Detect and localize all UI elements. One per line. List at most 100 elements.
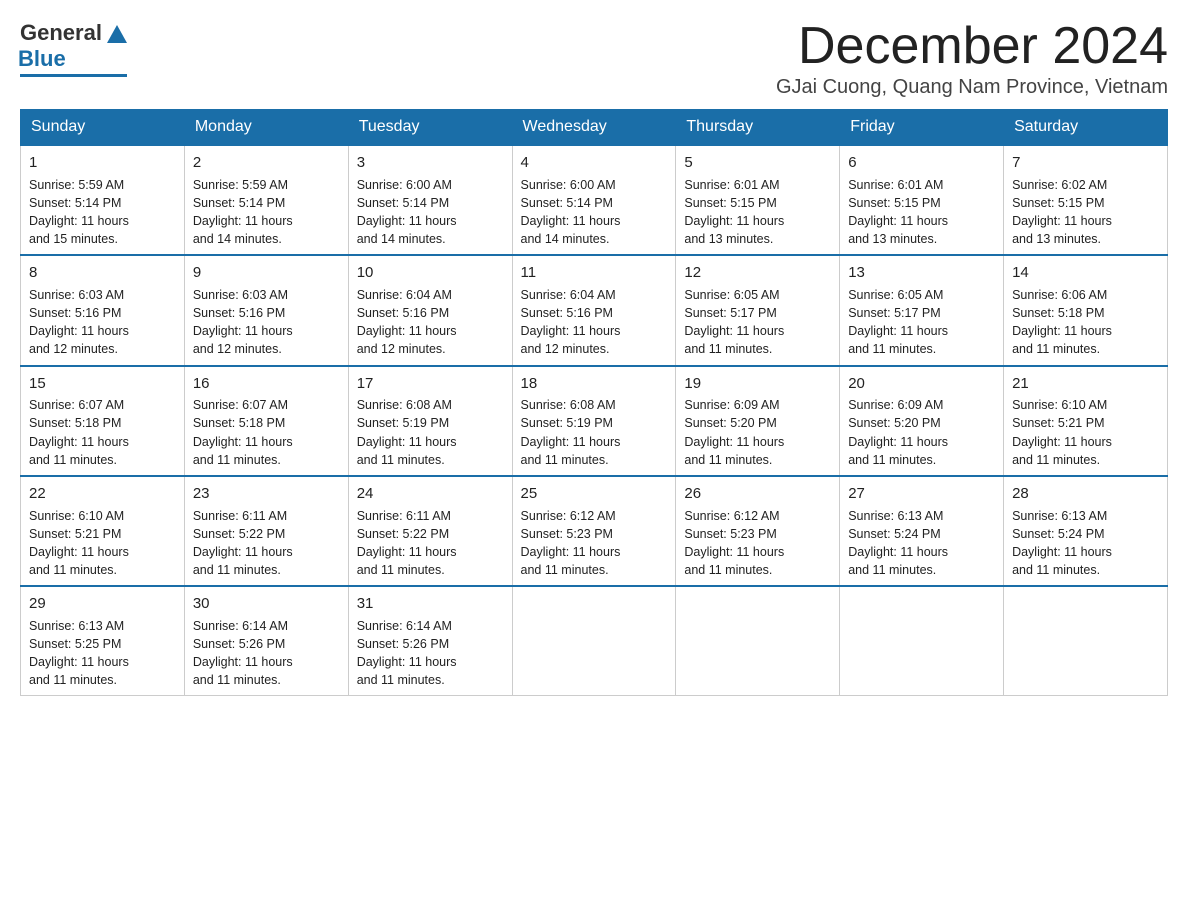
- column-header-wednesday: Wednesday: [512, 110, 676, 146]
- day-number: 19: [684, 373, 831, 395]
- day-info: Sunrise: 6:04 AM: [521, 286, 668, 304]
- day-number: 28: [1012, 483, 1159, 505]
- day-info: Daylight: 11 hours: [29, 212, 176, 230]
- day-info: and 11 minutes.: [29, 671, 176, 689]
- day-number: 14: [1012, 262, 1159, 284]
- day-info: Sunset: 5:16 PM: [193, 304, 340, 322]
- day-number: 10: [357, 262, 504, 284]
- day-info: Sunrise: 6:08 AM: [521, 396, 668, 414]
- day-number: 26: [684, 483, 831, 505]
- calendar-cell: 25Sunrise: 6:12 AMSunset: 5:23 PMDayligh…: [512, 476, 676, 586]
- calendar-cell: 18Sunrise: 6:08 AMSunset: 5:19 PMDayligh…: [512, 366, 676, 476]
- day-number: 18: [521, 373, 668, 395]
- day-info: Sunset: 5:17 PM: [684, 304, 831, 322]
- day-info: and 12 minutes.: [29, 340, 176, 358]
- day-info: Sunset: 5:23 PM: [684, 525, 831, 543]
- day-info: Daylight: 11 hours: [1012, 322, 1159, 340]
- calendar-cell: 24Sunrise: 6:11 AMSunset: 5:22 PMDayligh…: [348, 476, 512, 586]
- day-info: Daylight: 11 hours: [684, 322, 831, 340]
- day-info: Daylight: 11 hours: [1012, 212, 1159, 230]
- day-number: 15: [29, 373, 176, 395]
- day-info: Daylight: 11 hours: [521, 322, 668, 340]
- day-info: Daylight: 11 hours: [684, 543, 831, 561]
- calendar-cell: [512, 586, 676, 696]
- day-info: and 11 minutes.: [29, 561, 176, 579]
- day-number: 7: [1012, 152, 1159, 174]
- calendar-cell: 19Sunrise: 6:09 AMSunset: 5:20 PMDayligh…: [676, 366, 840, 476]
- logo-general-text: General: [20, 20, 102, 46]
- day-info: Daylight: 11 hours: [29, 322, 176, 340]
- day-info: Sunrise: 6:06 AM: [1012, 286, 1159, 304]
- day-info: and 12 minutes.: [521, 340, 668, 358]
- day-info: and 11 minutes.: [521, 451, 668, 469]
- day-info: Sunset: 5:15 PM: [684, 194, 831, 212]
- calendar-cell: 27Sunrise: 6:13 AMSunset: 5:24 PMDayligh…: [840, 476, 1004, 586]
- location-text: GJai Cuong, Quang Nam Province, Vietnam: [776, 76, 1168, 99]
- day-number: 17: [357, 373, 504, 395]
- calendar-week-row: 1Sunrise: 5:59 AMSunset: 5:14 PMDaylight…: [21, 145, 1168, 255]
- day-info: Sunrise: 6:09 AM: [848, 396, 995, 414]
- day-number: 5: [684, 152, 831, 174]
- calendar-cell: 14Sunrise: 6:06 AMSunset: 5:18 PMDayligh…: [1004, 255, 1168, 365]
- day-info: and 11 minutes.: [1012, 561, 1159, 579]
- calendar-header-row: SundayMondayTuesdayWednesdayThursdayFrid…: [21, 110, 1168, 146]
- day-info: and 15 minutes.: [29, 230, 176, 248]
- day-info: Daylight: 11 hours: [29, 653, 176, 671]
- day-info: Daylight: 11 hours: [848, 543, 995, 561]
- day-info: Sunrise: 6:13 AM: [29, 617, 176, 635]
- day-info: Sunset: 5:14 PM: [357, 194, 504, 212]
- day-info: Sunrise: 5:59 AM: [193, 176, 340, 194]
- day-info: and 11 minutes.: [1012, 340, 1159, 358]
- day-info: Sunrise: 6:11 AM: [193, 507, 340, 525]
- day-info: and 11 minutes.: [848, 561, 995, 579]
- day-info: and 11 minutes.: [848, 340, 995, 358]
- day-info: Sunrise: 6:04 AM: [357, 286, 504, 304]
- day-info: and 11 minutes.: [684, 561, 831, 579]
- day-info: Sunrise: 5:59 AM: [29, 176, 176, 194]
- day-info: Sunrise: 6:10 AM: [1012, 396, 1159, 414]
- calendar-cell: 28Sunrise: 6:13 AMSunset: 5:24 PMDayligh…: [1004, 476, 1168, 586]
- day-info: Daylight: 11 hours: [521, 433, 668, 451]
- day-number: 22: [29, 483, 176, 505]
- calendar-cell: 10Sunrise: 6:04 AMSunset: 5:16 PMDayligh…: [348, 255, 512, 365]
- day-info: and 11 minutes.: [684, 340, 831, 358]
- calendar-week-row: 22Sunrise: 6:10 AMSunset: 5:21 PMDayligh…: [21, 476, 1168, 586]
- month-title: December 2024: [776, 20, 1168, 72]
- calendar-cell: 6Sunrise: 6:01 AMSunset: 5:15 PMDaylight…: [840, 145, 1004, 255]
- calendar-cell: 11Sunrise: 6:04 AMSunset: 5:16 PMDayligh…: [512, 255, 676, 365]
- day-info: and 13 minutes.: [1012, 230, 1159, 248]
- day-info: Sunset: 5:21 PM: [29, 525, 176, 543]
- day-info: Sunrise: 6:14 AM: [357, 617, 504, 635]
- calendar-cell: 21Sunrise: 6:10 AMSunset: 5:21 PMDayligh…: [1004, 366, 1168, 476]
- day-info: Sunrise: 6:05 AM: [848, 286, 995, 304]
- day-info: and 13 minutes.: [684, 230, 831, 248]
- calendar-cell: 3Sunrise: 6:00 AMSunset: 5:14 PMDaylight…: [348, 145, 512, 255]
- day-info: Sunrise: 6:00 AM: [357, 176, 504, 194]
- column-header-monday: Monday: [184, 110, 348, 146]
- calendar-cell: 26Sunrise: 6:12 AMSunset: 5:23 PMDayligh…: [676, 476, 840, 586]
- day-info: and 11 minutes.: [29, 451, 176, 469]
- day-info: and 11 minutes.: [684, 451, 831, 469]
- day-info: Sunset: 5:20 PM: [684, 414, 831, 432]
- column-header-saturday: Saturday: [1004, 110, 1168, 146]
- day-info: Daylight: 11 hours: [357, 212, 504, 230]
- day-info: Sunset: 5:26 PM: [193, 635, 340, 653]
- day-info: Sunset: 5:19 PM: [357, 414, 504, 432]
- day-info: and 11 minutes.: [193, 451, 340, 469]
- day-number: 25: [521, 483, 668, 505]
- day-info: and 11 minutes.: [1012, 451, 1159, 469]
- day-info: Sunset: 5:23 PM: [521, 525, 668, 543]
- logo: General Blue: [20, 20, 127, 77]
- day-info: Daylight: 11 hours: [684, 433, 831, 451]
- calendar-cell: 30Sunrise: 6:14 AMSunset: 5:26 PMDayligh…: [184, 586, 348, 696]
- day-info: Daylight: 11 hours: [521, 543, 668, 561]
- day-info: Daylight: 11 hours: [1012, 543, 1159, 561]
- calendar-cell: [676, 586, 840, 696]
- page-header: General Blue December 2024 GJai Cuong, Q…: [20, 20, 1168, 99]
- day-info: Sunset: 5:25 PM: [29, 635, 176, 653]
- day-info: Daylight: 11 hours: [1012, 433, 1159, 451]
- day-info: Sunset: 5:19 PM: [521, 414, 668, 432]
- day-number: 30: [193, 593, 340, 615]
- day-info: Sunset: 5:16 PM: [521, 304, 668, 322]
- day-number: 21: [1012, 373, 1159, 395]
